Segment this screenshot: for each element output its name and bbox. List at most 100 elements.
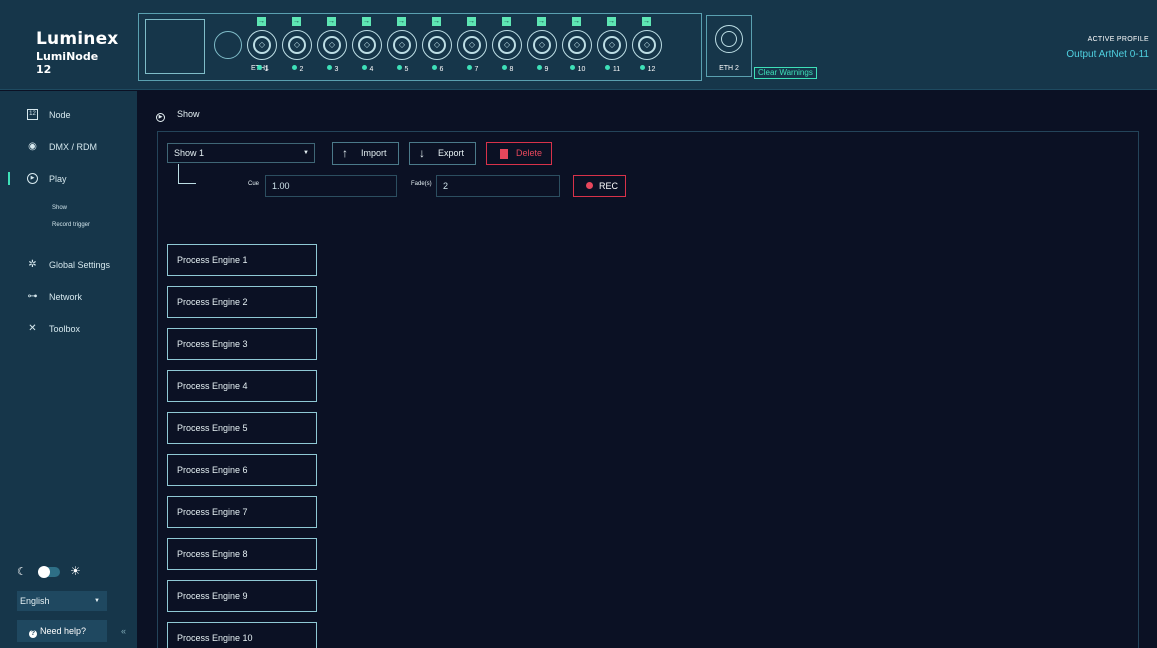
status-dot (291, 65, 297, 70)
dmx-port-9[interactable]: → ◇ 9 (525, 14, 560, 82)
sidebar-item-label: Network (49, 292, 83, 302)
process-engine-button[interactable]: Process Engine 7 (167, 496, 317, 528)
dmx-port-3[interactable]: → ◇ 3 (315, 14, 350, 82)
output-arrow-icon: → (432, 17, 441, 26)
play-circle-icon: ▶ (156, 113, 165, 122)
port-label: 8 (509, 66, 514, 73)
clear-warnings-button[interactable]: Clear Warnings (754, 67, 817, 79)
export-label: Export (438, 148, 465, 158)
process-engine-button[interactable]: Process Engine 5 (167, 412, 317, 444)
process-engine-button[interactable]: Process Engine 2 (167, 286, 317, 318)
brand-name: Luminex (36, 29, 119, 49)
port-label: 9 (544, 66, 549, 73)
output-arrow-icon: → (257, 17, 266, 26)
sidebar-item-toolbox[interactable]: ✕ Toolbox (0, 319, 137, 339)
output-arrow-icon: → (397, 17, 406, 26)
top-header: Luminex LumiNode 12 ETH1 → ◇ 1 → ◇ 2 → ◇… (0, 0, 1157, 90)
xlr-connector-icon: ◇ (632, 30, 662, 60)
output-arrow-icon: → (642, 17, 651, 26)
active-profile-title: ACTIVE PROFILE (1087, 36, 1149, 43)
port-label: 3 (334, 66, 339, 73)
show-select[interactable]: Show 1 ▼ (167, 143, 315, 163)
xlr-connector-icon: ◇ (422, 30, 452, 60)
xlr-connector-icon: ◇ (457, 30, 487, 60)
status-dot (501, 65, 507, 70)
xlr-connector-icon: ◇ (282, 30, 312, 60)
sidebar-item-play[interactable]: ▶ Play (0, 169, 137, 189)
process-engine-button[interactable]: Process Engine 9 (167, 580, 317, 612)
delete-label: Delete (516, 148, 543, 158)
port-label: 10 (577, 66, 586, 73)
port-label: 1 (264, 66, 269, 73)
active-profile-value[interactable]: Output ArtNet 0-11 (1066, 49, 1149, 60)
output-arrow-icon: → (607, 17, 616, 26)
status-dot (604, 65, 610, 70)
caret-down-icon: ▼ (303, 150, 309, 156)
status-dot (396, 65, 402, 70)
xlr-connector-icon: ◇ (387, 30, 417, 60)
dmx-port-7[interactable]: → ◇ 7 (455, 14, 490, 82)
sidebar-item-dmx-rdm[interactable]: ◉ DMX / RDM (0, 137, 137, 157)
sidebar-item-label: Node (49, 110, 71, 120)
node-12-icon: 12 (27, 109, 38, 120)
rec-button[interactable]: REC (573, 175, 626, 197)
cue-input[interactable]: 1.00 (265, 175, 397, 197)
dmx-port-1[interactable]: → ◇ 1 (245, 14, 280, 82)
xlr-connector-icon: ◇ (492, 30, 522, 60)
eth2-label: ETH 2 (719, 65, 739, 72)
process-engine-button[interactable]: Process Engine 6 (167, 454, 317, 486)
dmx-port-6[interactable]: → ◇ 6 (420, 14, 455, 82)
port-label: 5 (404, 66, 409, 73)
process-engine-button[interactable]: Process Engine 10 (167, 622, 317, 648)
process-engine-button[interactable]: Process Engine 4 (167, 370, 317, 402)
sidebar-item-network[interactable]: ⊶ Network (0, 287, 137, 307)
dmx-port-10[interactable]: → ◇ 10 (560, 14, 595, 82)
dmx-port-8[interactable]: → ◇ 8 (490, 14, 525, 82)
gear-icon: ✲ (28, 259, 37, 270)
need-help-button[interactable]: ? Need help? (17, 620, 107, 642)
play-circle-icon: ▶ (27, 173, 38, 184)
collapse-sidebar-icon[interactable]: « (121, 626, 126, 636)
xlr-connector-icon: ◇ (317, 30, 347, 60)
dmx-port-5[interactable]: → ◇ 5 (385, 14, 420, 82)
dmx-port-2[interactable]: → ◇ 2 (280, 14, 315, 82)
port-label: 4 (369, 66, 374, 73)
sidebar-item-global-settings[interactable]: ✲ Global Settings (0, 255, 137, 275)
fade-label: Fade(s) (411, 181, 432, 187)
help-icon: ? (29, 630, 37, 638)
dmx-port-11[interactable]: → ◇ 11 (595, 14, 630, 82)
eth2-port[interactable]: ETH 2 (706, 15, 752, 77)
sidebar-item-label: Toolbox (49, 324, 81, 334)
import-button[interactable]: ↑ Import (332, 142, 399, 165)
port-label: 6 (439, 66, 444, 73)
process-engine-button[interactable]: Process Engine 3 (167, 328, 317, 360)
sidebar-subitem-show[interactable]: Show (52, 205, 67, 211)
active-profile: ACTIVE PROFILE Output ArtNet 0-11 (1066, 36, 1149, 60)
xlr-connector-icon: ◇ (352, 30, 382, 60)
dmx-port-4[interactable]: → ◇ 4 (350, 14, 385, 82)
network-icon: ⊶ (27, 291, 38, 302)
language-select[interactable]: English ▼ (17, 591, 107, 611)
fade-input[interactable]: 2 (436, 175, 560, 197)
upload-icon: ↑ (342, 146, 348, 160)
need-help-label: Need help? (40, 626, 87, 636)
dmx-port-12[interactable]: → ◇ 12 (630, 14, 665, 82)
port-label: 11 (612, 66, 621, 73)
output-arrow-icon: → (292, 17, 301, 26)
sidebar-item-label: DMX / RDM (49, 142, 97, 152)
sidebar-subitem-record-trigger[interactable]: Record trigger (52, 222, 90, 228)
output-arrow-icon: → (572, 17, 581, 26)
export-button[interactable]: ↓ Export (409, 142, 476, 165)
delete-button[interactable]: Delete (486, 142, 552, 165)
sidebar-item-node[interactable]: 12 Node (0, 105, 137, 125)
port-label: 2 (299, 66, 304, 73)
status-dot (569, 65, 575, 70)
status-dot (466, 65, 472, 70)
xlr-connector-icon: ◇ (562, 30, 592, 60)
process-engine-button[interactable]: Process Engine 1 (167, 244, 317, 276)
theme-toggle[interactable] (38, 566, 60, 578)
xlr-connector-icon: ◇ (527, 30, 557, 60)
status-dot (361, 65, 367, 70)
record-dot-icon (586, 182, 593, 189)
process-engine-button[interactable]: Process Engine 8 (167, 538, 317, 570)
